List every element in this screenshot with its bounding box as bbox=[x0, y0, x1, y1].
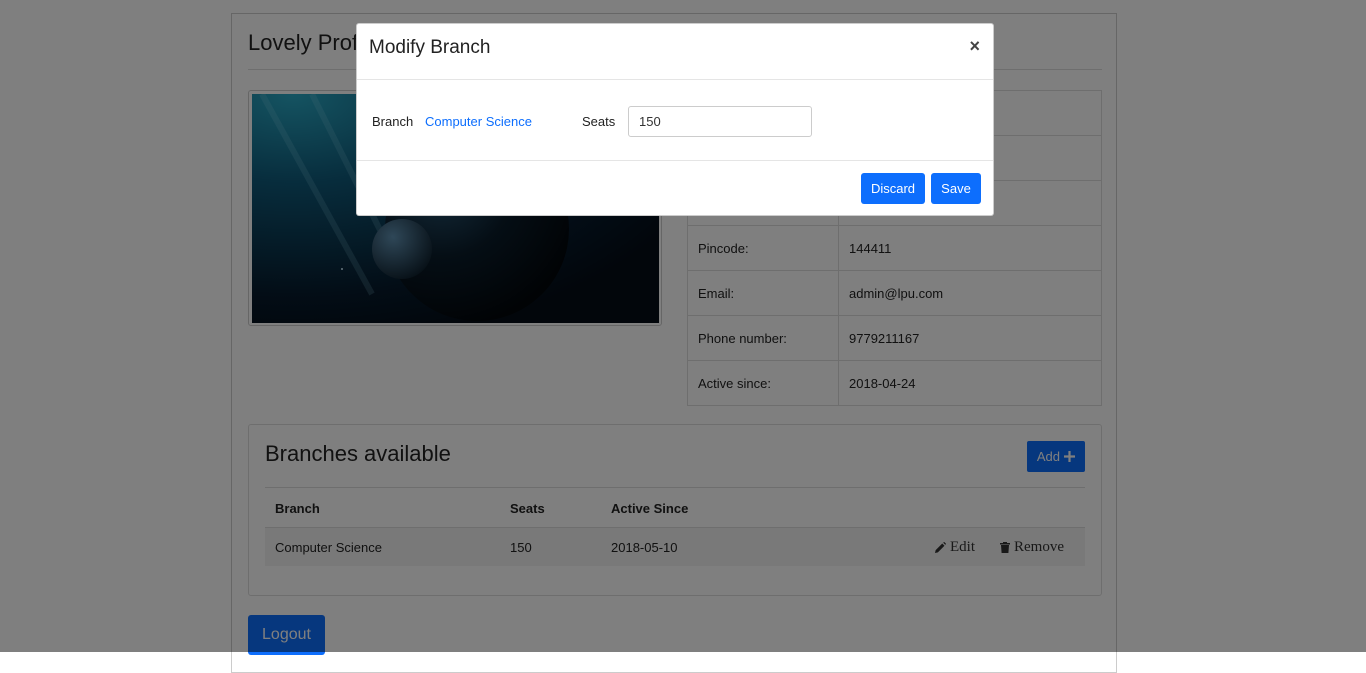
branch-value: Computer Science bbox=[425, 114, 532, 129]
seats-label: Seats bbox=[582, 114, 616, 129]
modify-branch-modal: Modify Branch × Branch Computer Science … bbox=[356, 23, 994, 216]
modal-header-divider bbox=[357, 79, 993, 80]
save-button[interactable]: Save bbox=[931, 173, 981, 204]
modal-footer-divider bbox=[357, 160, 993, 161]
modal-title: Modify Branch bbox=[369, 37, 491, 58]
branch-label: Branch bbox=[372, 114, 414, 129]
close-icon[interactable]: × bbox=[969, 36, 980, 57]
discard-button[interactable]: Discard bbox=[861, 173, 925, 204]
seats-input[interactable] bbox=[628, 106, 812, 137]
